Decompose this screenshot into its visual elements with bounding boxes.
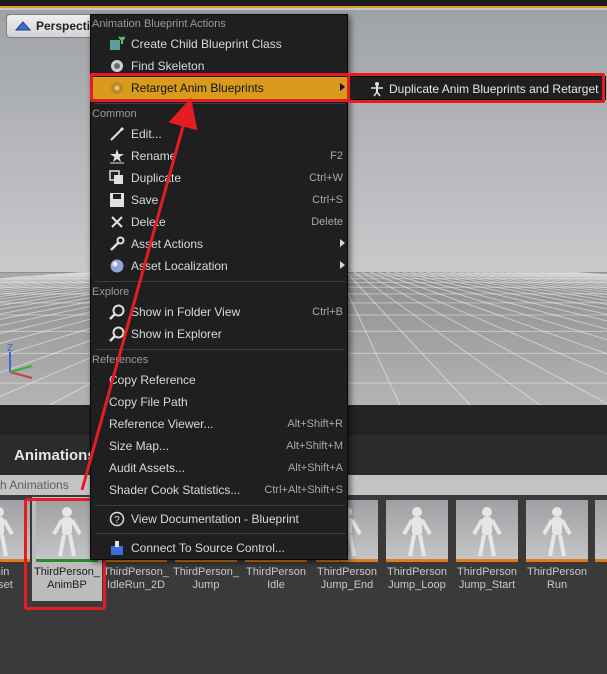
annotation-arrow <box>80 97 198 491</box>
